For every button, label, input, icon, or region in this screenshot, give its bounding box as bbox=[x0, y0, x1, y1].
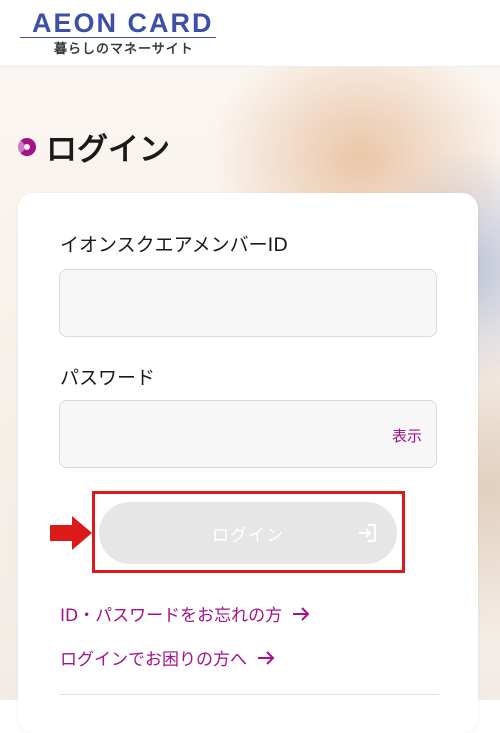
member-id-label: イオンスクエアメンバーID bbox=[60, 234, 288, 256]
ring-icon bbox=[18, 137, 36, 156]
password-label: パスワード bbox=[60, 367, 156, 389]
member-id-input[interactable] bbox=[59, 269, 437, 337]
arrow-right-icon bbox=[258, 650, 275, 665]
site-header: AEON CARD 暮らしのマネーサイト bbox=[0, 0, 500, 67]
password-input[interactable]: 表示 bbox=[59, 400, 437, 468]
login-help-link[interactable]: ログインでお困りの方へ bbox=[60, 645, 275, 670]
logo-tagline: 暮らしのマネーサイト bbox=[54, 42, 194, 57]
red-arrow-icon bbox=[50, 516, 92, 550]
forgot-credentials-link-text: ID・パスワードをお忘れの方 bbox=[60, 606, 283, 626]
login-help-link-text: ログインでお困りの方へ bbox=[60, 650, 247, 670]
show-password-toggle[interactable]: 表示 bbox=[392, 425, 422, 446]
page-title-text: ログイン bbox=[46, 132, 170, 168]
page-title: ログイン bbox=[18, 124, 170, 169]
arrow-right-icon bbox=[293, 606, 310, 621]
logo[interactable]: AEON CARD bbox=[32, 8, 214, 38]
divider bbox=[59, 694, 439, 695]
annotation-highlight-box bbox=[92, 491, 405, 573]
forgot-credentials-link[interactable]: ID・パスワードをお忘れの方 bbox=[60, 601, 310, 626]
